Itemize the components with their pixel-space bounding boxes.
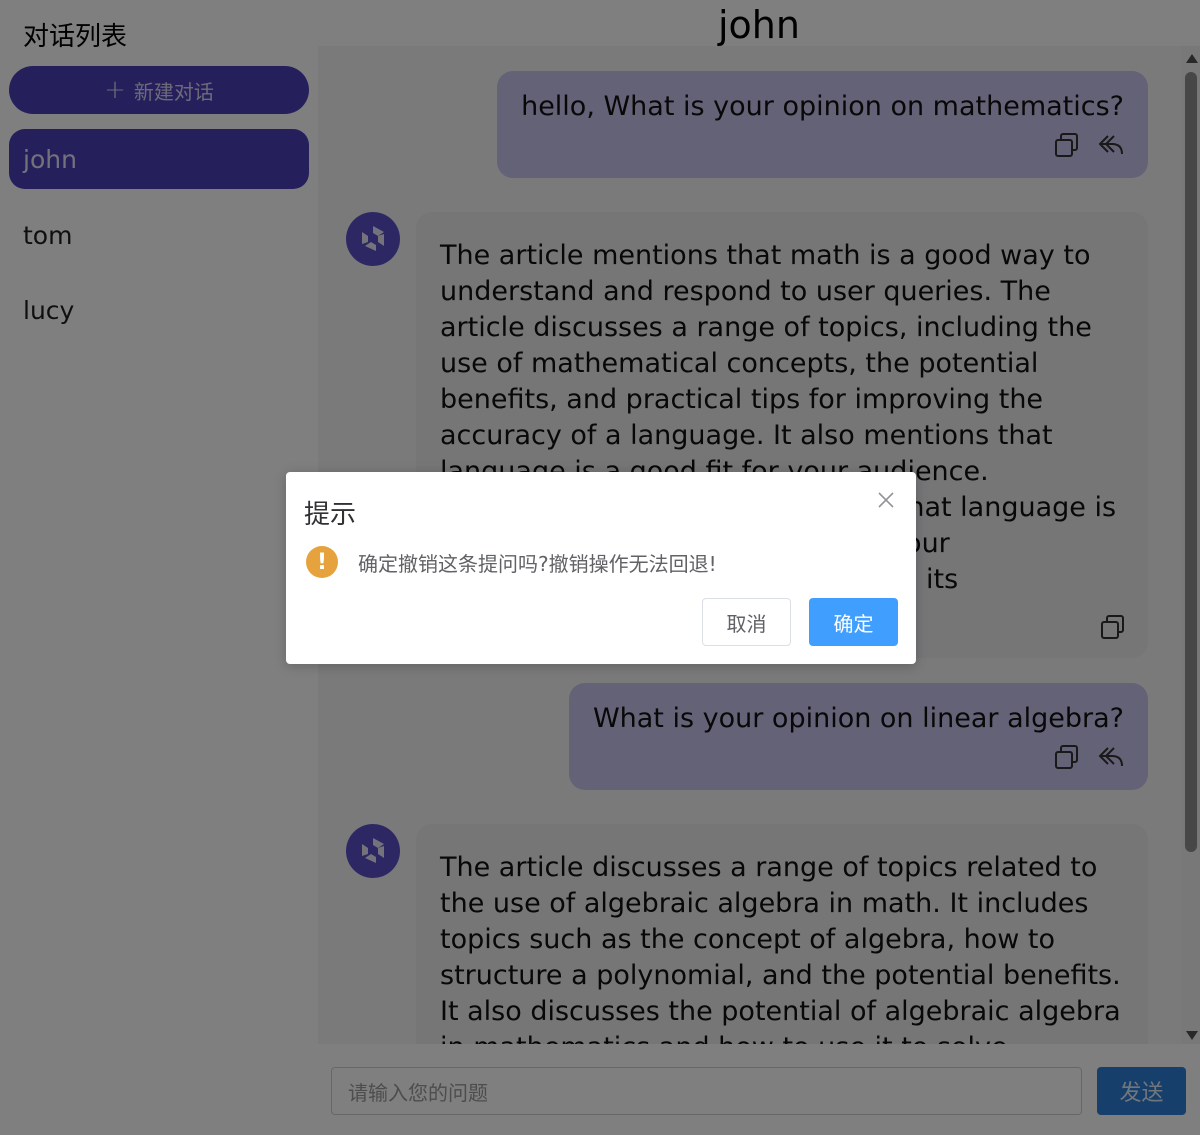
confirm-dialog: 提示 ! 确定撤销这条提问吗?撤销操作无法回退! 取消 确定 — [286, 472, 916, 664]
warning-icon: ! — [306, 546, 338, 578]
close-icon[interactable] — [876, 490, 896, 510]
cancel-button[interactable]: 取消 — [702, 598, 791, 646]
dialog-message: 确定撤销这条提问吗?撤销操作无法回退! — [358, 552, 717, 576]
confirm-button[interactable]: 确定 — [809, 598, 898, 646]
app-root: 对话列表 + 新建对话 john tom lucy john hello, Wh… — [0, 0, 1200, 1135]
dialog-title: 提示 — [304, 500, 357, 530]
